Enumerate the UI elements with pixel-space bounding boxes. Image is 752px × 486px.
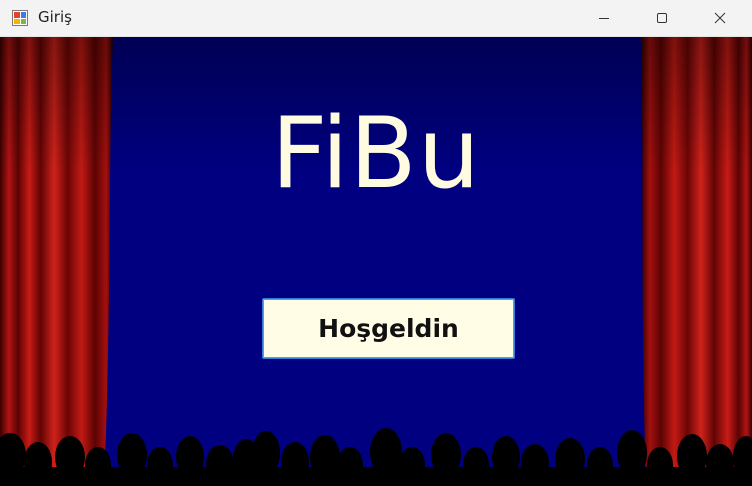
stage-panel: FiBu Hoşgeldin (0, 37, 752, 486)
close-button[interactable] (697, 0, 743, 36)
close-icon (714, 12, 726, 24)
maximize-icon (657, 13, 667, 23)
minimize-button[interactable] (581, 0, 627, 36)
app-logo-title: FiBu (271, 97, 481, 211)
title-bar[interactable]: Giriş (0, 0, 752, 37)
welcome-button[interactable]: Hoşgeldin (262, 298, 515, 359)
maximize-button[interactable] (639, 0, 685, 36)
minimize-icon (599, 18, 609, 19)
windows-form-app-icon (12, 10, 28, 26)
login-window: Giriş FiBu Hoşgeldin (0, 0, 752, 486)
window-title: Giriş (38, 8, 72, 26)
